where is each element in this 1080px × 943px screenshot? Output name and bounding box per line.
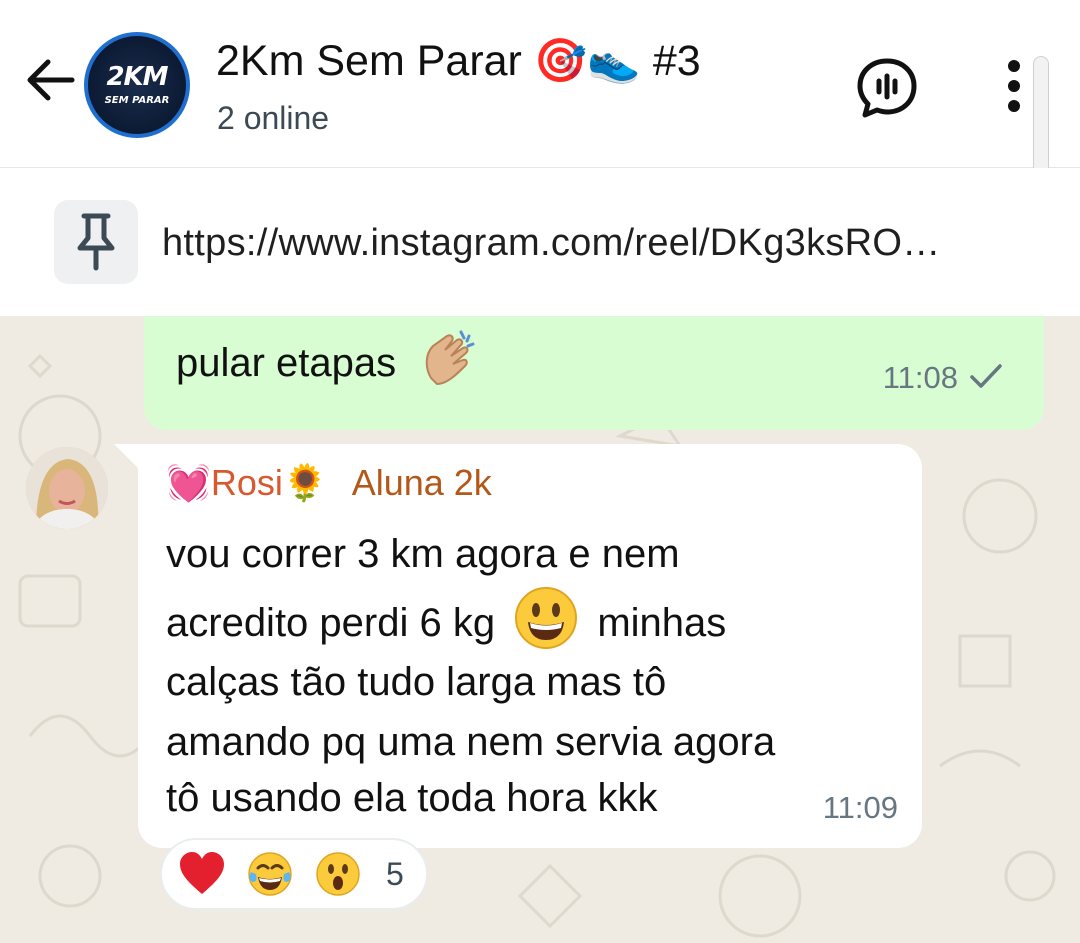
voice-chat-icon[interactable] xyxy=(854,55,920,121)
title-emoji: 🎯👟 xyxy=(533,36,641,86)
chat-header: 2KM SEM PARAR 2Km Sem Parar 🎯👟 #3 2 onli… xyxy=(0,0,1080,198)
message-line: acredito perdi 6 kg minhas xyxy=(166,586,775,650)
message-text: pular etapas xyxy=(176,328,479,390)
message-line: amando pq uma nem servia agora xyxy=(166,720,776,764)
sent-check-icon xyxy=(970,364,1002,388)
group-title[interactable]: 2Km Sem Parar 🎯👟 #3 xyxy=(216,36,701,86)
online-status: 2 online xyxy=(217,100,330,136)
sender-avatar[interactable] xyxy=(26,447,108,529)
logo-text-main: 2KM xyxy=(106,62,168,92)
reaction-count: 5 xyxy=(386,855,404,892)
bubble-tail xyxy=(114,444,140,470)
logo-text-sub: SEM PARAR xyxy=(104,95,170,106)
pin-icon xyxy=(77,213,115,271)
group-name: 2Km Sem Parar xyxy=(216,37,522,85)
avatar-photo xyxy=(26,447,108,529)
pinned-link-text: https://www.instagram.com/reel/DKg3ksRO… xyxy=(162,222,941,264)
clapping-hands-icon xyxy=(426,330,475,386)
message-time: 11:09 xyxy=(822,790,898,825)
sender-name[interactable]: 💓Rosi🌻 xyxy=(166,462,328,503)
astonished-face-icon xyxy=(316,852,360,896)
message-time: 11:08 xyxy=(882,360,958,395)
pin-icon-box xyxy=(54,200,138,284)
grinning-face-icon xyxy=(515,587,578,649)
tears-of-joy-icon xyxy=(248,852,292,896)
group-avatar[interactable]: 2KM SEM PARAR xyxy=(84,32,190,138)
reactions-bar[interactable]: 5 xyxy=(160,838,428,910)
message-text: vou correr 3 km agora e nem acredito per… xyxy=(166,522,775,826)
sender-line[interactable]: 💓Rosi🌻 Aluna 2k xyxy=(166,462,492,504)
incoming-message[interactable]: 💓Rosi🌻 Aluna 2k vou correr 3 km agora e … xyxy=(114,444,922,848)
more-options-icon[interactable] xyxy=(1000,58,1028,114)
sender-role: Aluna 2k xyxy=(351,462,492,503)
heart-icon xyxy=(180,852,224,894)
message-line: tô usando ela toda hora kkk xyxy=(166,776,658,820)
chat-area[interactable]: pular etapas 11:08 💓Rosi🌻 Aluna 2k vou c… xyxy=(0,316,1080,943)
group-number: #3 xyxy=(652,37,701,85)
message-line: vou correr 3 km agora e nem xyxy=(166,532,680,576)
pinned-message-bar[interactable]: https://www.instagram.com/reel/DKg3ksRO… xyxy=(0,168,1080,316)
outgoing-message[interactable]: pular etapas 11:08 xyxy=(144,316,1044,430)
back-arrow-icon[interactable] xyxy=(22,52,78,108)
message-line: calças tão tudo larga mas tô xyxy=(166,660,667,704)
